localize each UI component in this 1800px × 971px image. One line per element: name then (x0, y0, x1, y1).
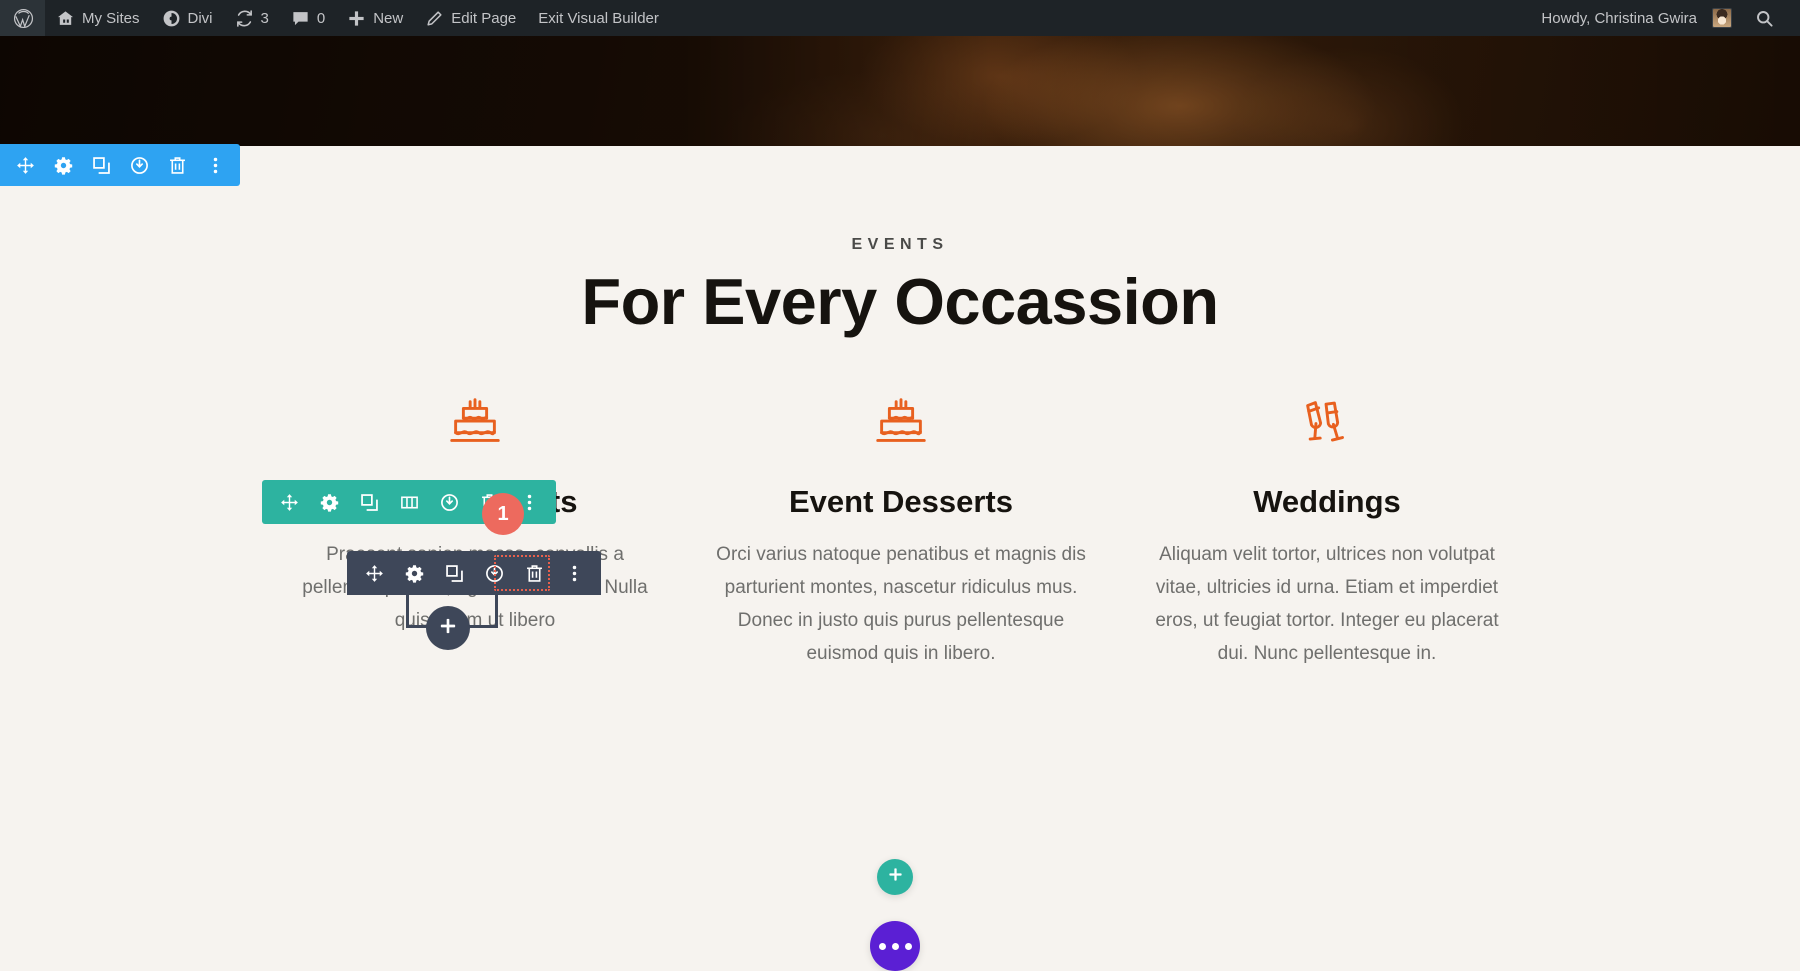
admin-bar-updates-count: 3 (260, 9, 269, 27)
admin-bar-item-updates[interactable]: 3 (224, 0, 280, 36)
admin-bar-item-comments[interactable]: 0 (280, 0, 336, 36)
delete-section-button[interactable] (166, 154, 188, 176)
birthday-cake-icon (270, 386, 680, 454)
row-columns-button[interactable] (398, 491, 420, 513)
disable-section-button[interactable] (128, 154, 150, 176)
section-eyebrow: EVENTS (851, 236, 949, 253)
column-title: Event Desserts (788, 484, 1013, 519)
column-body-text: Aliquam velit tortor, ultrices non volut… (1155, 544, 1499, 664)
plus-icon (438, 616, 458, 641)
move-icon (280, 493, 299, 512)
add-module-button[interactable] (426, 606, 470, 650)
columns-icon (400, 493, 419, 512)
wordpress-icon (13, 8, 34, 29)
avatar (1712, 8, 1732, 28)
power-icon (130, 156, 149, 175)
admin-bar-label: Edit Page (451, 9, 517, 27)
gear-icon (320, 493, 339, 512)
move-row-button[interactable] (278, 491, 300, 513)
duplicate-icon (92, 156, 111, 175)
module-toolbar[interactable] (347, 551, 601, 595)
admin-bar-label: Divi (187, 9, 213, 27)
sites-icon (56, 9, 75, 28)
champagne-toast-icon (1122, 386, 1532, 454)
ellipsis-vertical-icon (206, 156, 225, 175)
gear-icon (405, 564, 424, 583)
wp-admin-bar: My Sites Divi 3 0 New Edit Page Exit Vis… (0, 0, 1800, 36)
row-settings-button[interactable] (318, 491, 340, 513)
updates-icon (235, 9, 254, 28)
duplicate-section-button[interactable] (90, 154, 112, 176)
birthday-cake-icon (696, 386, 1106, 454)
section-settings-button[interactable] (52, 154, 74, 176)
move-module-button[interactable] (363, 562, 385, 584)
duplicate-icon (445, 564, 464, 583)
admin-bar-item-exit-visual-builder[interactable]: Exit Visual Builder (527, 0, 670, 36)
row-notification-badge: 1 (482, 493, 524, 535)
comments-icon (291, 9, 310, 28)
hero-image-section (0, 36, 1800, 146)
move-icon (16, 156, 35, 175)
admin-bar-comments-count: 0 (316, 9, 326, 27)
column-body-text: Orci varius natoque penatibus et magnis … (716, 544, 1086, 664)
page-title: For Every Occassion (581, 265, 1219, 338)
builder-menu-button[interactable] (870, 921, 920, 971)
pencil-icon (425, 9, 444, 28)
column-event-desserts: Event Desserts Orci varius natoque penat… (688, 386, 1114, 670)
delete-module-button[interactable] (523, 562, 545, 584)
admin-bar-item-my-sites[interactable]: My Sites (45, 0, 151, 36)
trash-icon (168, 156, 187, 175)
admin-bar-label: New (373, 9, 404, 27)
duplicate-icon (360, 493, 379, 512)
duplicate-row-button[interactable] (358, 491, 380, 513)
disable-row-button[interactable] (438, 491, 460, 513)
admin-bar-left-group: My Sites Divi 3 0 New Edit Page Exit Vis… (0, 0, 670, 36)
gear-icon (54, 156, 73, 175)
module-settings-button[interactable] (403, 562, 425, 584)
power-icon (440, 493, 459, 512)
ellipsis-vertical-icon (565, 564, 584, 583)
plus-icon (347, 9, 366, 28)
ellipsis-icon (878, 942, 912, 950)
wordpress-logo-button[interactable] (0, 0, 45, 36)
disable-module-button[interactable] (483, 562, 505, 584)
add-row-button[interactable] (877, 859, 913, 895)
admin-bar-label: Exit Visual Builder (538, 9, 659, 27)
trash-icon (525, 564, 544, 583)
section-toolbar[interactable] (0, 144, 240, 186)
builder-canvas: EVENTS For Every Occassion Birthday Gift… (0, 144, 1800, 971)
admin-bar-item-divi[interactable]: Divi (151, 0, 224, 36)
module-more-options-button[interactable] (563, 562, 585, 584)
duplicate-module-button[interactable] (443, 562, 465, 584)
column-title: Weddings (1253, 484, 1401, 519)
move-icon (365, 564, 384, 583)
move-section-button[interactable] (14, 154, 36, 176)
divi-icon (162, 9, 181, 28)
admin-bar-item-edit-page[interactable]: Edit Page (414, 0, 527, 36)
column-weddings: Weddings Aliquam velit tortor, ultrices … (1114, 386, 1540, 670)
power-icon (485, 564, 504, 583)
admin-bar-label: My Sites (82, 9, 140, 27)
search-icon (1755, 9, 1774, 28)
howdy-label: Howdy, Christina Gwira (1541, 9, 1697, 27)
plus-icon (887, 866, 904, 888)
section-more-options-button[interactable] (204, 154, 226, 176)
admin-bar-item-new[interactable]: New (336, 0, 414, 36)
admin-bar-right-group: Howdy, Christina Gwira (1530, 0, 1800, 36)
admin-bar-search-button[interactable] (1743, 0, 1786, 36)
admin-bar-my-account[interactable]: Howdy, Christina Gwira (1530, 0, 1743, 36)
